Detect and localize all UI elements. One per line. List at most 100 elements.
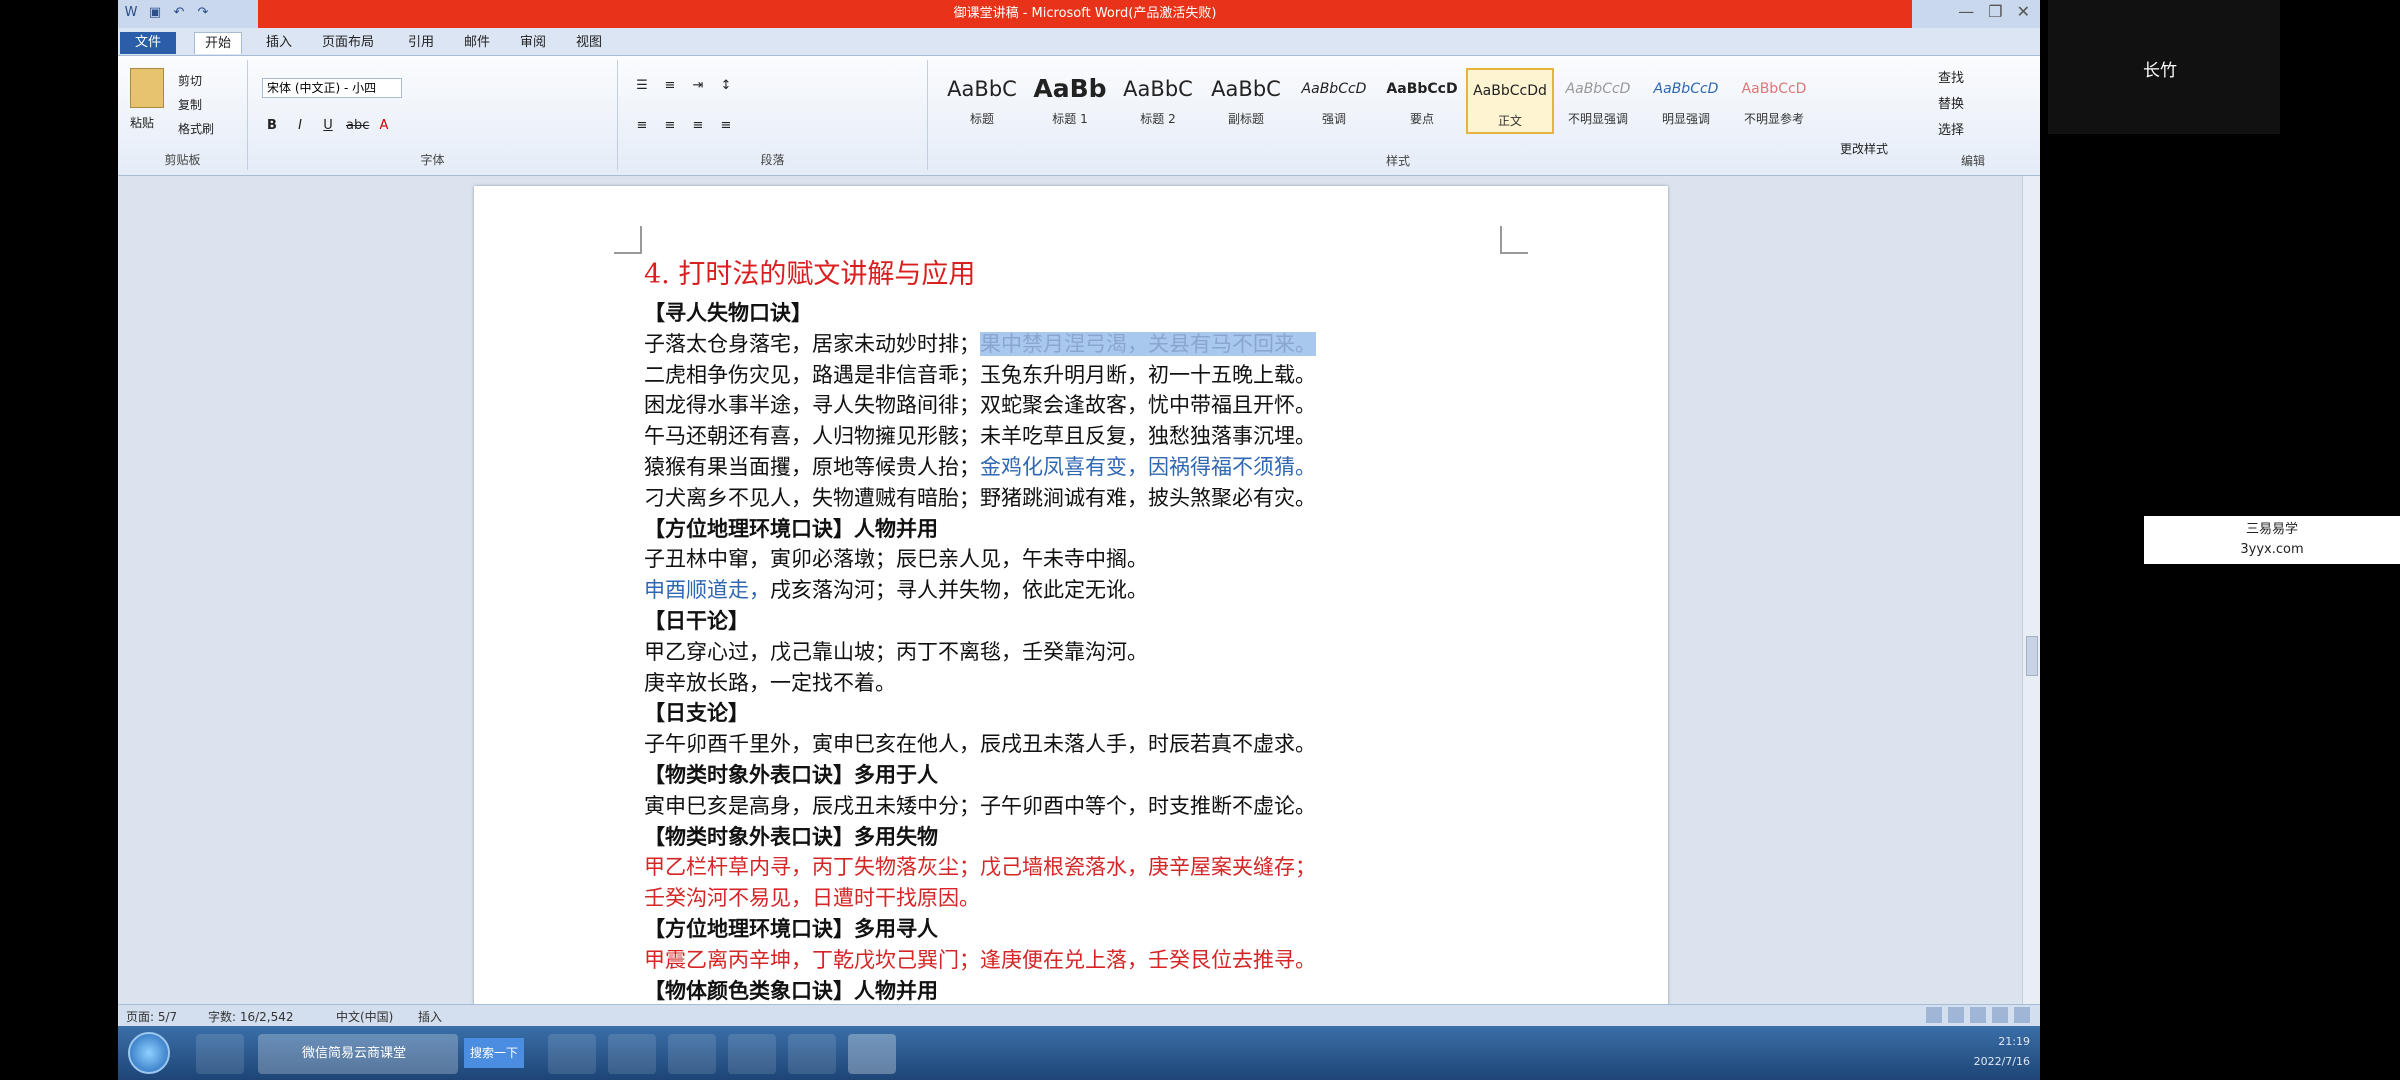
format-painter-button[interactable]: 格式刷 <box>178 120 214 137</box>
word-icon: W <box>124 5 138 20</box>
tab-mailings[interactable]: 邮件 <box>454 32 500 54</box>
document-page[interactable]: 4. 打时法的赋文讲解与应用 【寻人失物口诀】 子落太仓身落宅，居家未动妙时排；果… <box>474 186 1668 1016</box>
italic-icon[interactable]: I <box>290 118 310 133</box>
align-center-icon[interactable]: ≡ <box>660 118 680 133</box>
word-count[interactable]: 字数: 16/2,542 <box>208 1008 294 1025</box>
text-run: 申酉顺道走， <box>644 578 770 603</box>
tab-home[interactable]: 开始 <box>194 32 243 54</box>
scrollbar-thumb[interactable] <box>2026 636 2038 676</box>
chrome-icon[interactable] <box>668 1034 716 1074</box>
view-web-icon[interactable] <box>1970 1007 1986 1023</box>
minimize-icon[interactable]: — <box>1958 2 1974 21</box>
view-draft-icon[interactable] <box>2014 1007 2030 1023</box>
tab-file[interactable]: 文件 <box>120 32 176 54</box>
clipboard-group: 粘贴 剪切 复制 格式刷 剪贴板 <box>118 60 248 170</box>
document-line: 困龙得水事半途，寻人失物路间徘；双蛇聚会逢故客，忧中带福且开怀。 <box>644 393 1316 418</box>
paste-button[interactable]: 粘贴 <box>130 114 154 131</box>
view-print-layout-icon[interactable] <box>1926 1007 1942 1023</box>
document-line: 寅申巳亥是高身，辰戌丑未矮中分；子午卯酉中等个，时支推断不虚论。 <box>644 793 1316 818</box>
underline-icon[interactable]: U <box>318 118 338 133</box>
style-item[interactable]: AaBb 标题 1 <box>1026 68 1114 134</box>
document-content[interactable]: 4. 打时法的赋文讲解与应用 【寻人失物口诀】 子落太仓身落宅，居家未动妙时排；果… <box>644 256 1624 1006</box>
cut-button[interactable]: 剪切 <box>178 72 202 89</box>
document-area: 4. 打时法的赋文讲解与应用 【寻人失物口诀】 子落太仓身落宅，居家未动妙时排；果… <box>118 176 2022 1016</box>
strikethrough-icon[interactable]: abc <box>346 118 369 133</box>
section-heading: 【物类时象外表口诀】多用于人 <box>644 761 938 787</box>
tab-insert[interactable]: 插入 <box>256 32 302 54</box>
section-heading: 【物体颜色类象口诀】人物并用 <box>644 977 938 1003</box>
redo-icon[interactable]: ↷ <box>194 4 212 22</box>
word-window: W ▣ ↶ ↷ 御课堂讲稿 - Microsoft Word(产品激活失败) —… <box>118 0 2040 1080</box>
tab-view[interactable]: 视图 <box>566 32 612 54</box>
style-item[interactable]: AaBbC 副标题 <box>1202 68 1290 134</box>
tab-page-layout[interactable]: 页面布局 <box>312 32 384 54</box>
window-controls: — ❐ ✕ <box>1958 2 2030 21</box>
indent-icon[interactable]: ⇥ <box>688 78 708 93</box>
taskbar-search-button[interactable]: 搜索一下 <box>464 1038 524 1068</box>
font-color-icon[interactable]: A <box>374 118 394 133</box>
change-styles-button[interactable]: 更改样式 <box>1840 140 1888 157</box>
vertical-scrollbar[interactable] <box>2022 176 2040 1004</box>
close-icon[interactable]: ✕ <box>2017 2 2030 21</box>
style-item-selected[interactable]: AaBbCcDd 正文 <box>1466 68 1554 134</box>
clock-time[interactable]: 21:19 <box>1974 1032 2030 1052</box>
folder-icon[interactable] <box>548 1034 596 1074</box>
clock-date[interactable]: 2022/7/16 <box>1974 1052 2030 1072</box>
align-left-icon[interactable]: ≡ <box>632 118 652 133</box>
participant-name: 长竹 <box>2143 61 2177 81</box>
save-icon[interactable]: ▣ <box>146 4 164 22</box>
style-item[interactable]: AaBbC 标题 2 <box>1114 68 1202 134</box>
taskbar: 微信简易云商课堂 搜索一下 21:19 2022/7/16 <box>118 1026 2040 1080</box>
word-taskbar-icon[interactable] <box>848 1034 896 1074</box>
document-line: 申酉顺道走，戌亥落沟河；寻人并失物，依此定无讹。 <box>644 575 1624 606</box>
document-line: 子落太仓身落宅，居家未动妙时排；果中禁月涅弓渴，关县有马不回来。 <box>644 329 1624 360</box>
view-outline-icon[interactable] <box>1992 1007 2008 1023</box>
tab-references[interactable]: 引用 <box>398 32 444 54</box>
bold-icon[interactable]: B <box>262 118 282 133</box>
replace-button[interactable]: 替换 <box>1938 92 1964 118</box>
document-line: 庚辛放长路，一定找不着。 <box>644 670 896 695</box>
paste-icon[interactable] <box>130 68 164 108</box>
status-icons <box>1926 1007 2030 1023</box>
document-line: 壬癸沟河不易见，日遭时干找原因。 <box>644 886 980 911</box>
style-item[interactable]: AaBbCcD 明显强调 <box>1642 68 1730 134</box>
editing-label: 编辑 <box>1960 154 1985 168</box>
find-button[interactable]: 查找 <box>1938 66 1964 92</box>
sort-icon[interactable]: ↕ <box>716 78 736 93</box>
clipboard-label: 剪贴板 <box>164 153 201 167</box>
quick-access-toolbar: W ▣ ↶ ↷ <box>122 4 212 22</box>
numbering-icon[interactable]: ≡ <box>660 78 680 93</box>
justify-icon[interactable]: ≡ <box>716 118 736 133</box>
document-line: 刁犬离乡不见人，失物遭贼有暗胎；野猪跳涧诚有难，披头煞聚必有灾。 <box>644 485 1316 510</box>
maximize-icon[interactable]: ❐ <box>1988 2 2002 21</box>
style-item[interactable]: AaBbC 标题 <box>938 68 1026 134</box>
screen: 长竹 W ▣ ↶ ↷ 御课堂讲稿 - Microsoft Word(产品激活失败… <box>0 0 2400 1080</box>
language-status[interactable]: 中文(中国) <box>336 1008 393 1025</box>
select-button[interactable]: 选择 <box>1938 118 1964 144</box>
ribbon: 粘贴 剪切 复制 格式刷 剪贴板 宋体 (中文正) - 小四 B I U abc… <box>118 56 2040 176</box>
style-item[interactable]: AaBbCcD 强调 <box>1290 68 1378 134</box>
style-item[interactable]: AaBbCcD 不明显参考 <box>1730 68 1818 134</box>
photos-icon[interactable] <box>788 1034 836 1074</box>
style-item[interactable]: AaBbCcD 要点 <box>1378 68 1466 134</box>
insert-mode[interactable]: 插入 <box>418 1008 442 1025</box>
start-button[interactable] <box>128 1032 170 1074</box>
font-name-select[interactable]: 宋体 (中文正) - 小四 <box>262 78 402 98</box>
taskbar-app-icon[interactable] <box>196 1034 244 1074</box>
taskbar-ie-item[interactable]: 微信简易云商课堂 <box>258 1034 458 1074</box>
copy-button[interactable]: 复制 <box>178 96 202 113</box>
title-bar: W ▣ ↶ ↷ 御课堂讲稿 - Microsoft Word(产品激活失败) —… <box>118 0 2040 28</box>
section-heading: 【日干论】 <box>644 607 749 633</box>
tab-review[interactable]: 审阅 <box>510 32 556 54</box>
wechat-icon[interactable] <box>728 1034 776 1074</box>
style-item[interactable]: AaBbCcD 不明显强调 <box>1554 68 1642 134</box>
bullets-icon[interactable]: ☰ <box>632 78 652 93</box>
browser-icon[interactable] <box>608 1034 656 1074</box>
section-heading: 【寻人失物口诀】 <box>644 300 812 325</box>
list-row: ☰ ≡ ⇥ ↕ <box>632 78 736 93</box>
align-right-icon[interactable]: ≡ <box>688 118 708 133</box>
page-count[interactable]: 页面: 5/7 <box>126 1008 177 1025</box>
undo-icon[interactable]: ↶ <box>170 4 188 22</box>
view-fullscreen-icon[interactable] <box>1948 1007 1964 1023</box>
ribbon-tabs: 文件 开始 插入 页面布局 引用 邮件 审阅 视图 <box>118 28 2040 56</box>
